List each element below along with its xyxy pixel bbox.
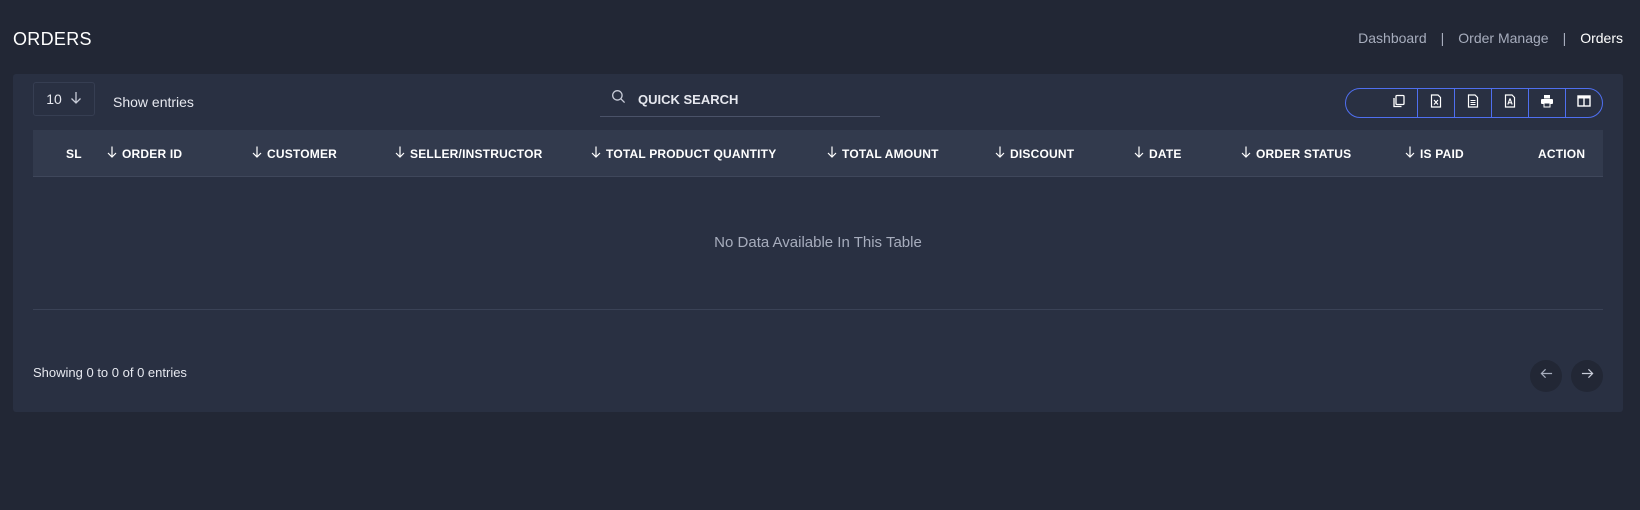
- column-header-seller-instructor[interactable]: SELLER/INSTRUCTOR: [395, 130, 543, 177]
- sort-arrow-icon: [1134, 146, 1144, 161]
- copy-button[interactable]: [1381, 89, 1417, 117]
- table-header-row: SL ORDER ID CUSTOMER SELLER/INSTRUCTOR T…: [33, 130, 1603, 177]
- print-icon: [1540, 94, 1554, 113]
- breadcrumb-order-manage-link[interactable]: Order Manage: [1458, 30, 1548, 46]
- empty-table-message: No Data Available In This Table: [714, 234, 922, 251]
- entries-select[interactable]: 10: [33, 82, 95, 116]
- breadcrumb-dashboard-link[interactable]: Dashboard: [1358, 30, 1427, 46]
- columns-button[interactable]: [1565, 89, 1602, 117]
- column-header-action: ACTION: [1538, 146, 1586, 161]
- column-header-sl[interactable]: SL: [66, 130, 82, 177]
- sort-arrow-icon: [827, 146, 837, 161]
- column-header-discount[interactable]: DISCOUNT: [995, 130, 1074, 177]
- csv-icon: [1466, 93, 1480, 113]
- breadcrumb: Dashboard | Order Manage | Orders: [1358, 30, 1623, 46]
- orders-card: 10 Show entries QUICK SEARCH SL ORDER ID…: [13, 74, 1623, 412]
- column-header-order-status[interactable]: ORDER STATUS: [1241, 130, 1351, 177]
- next-page-button[interactable]: [1571, 360, 1603, 392]
- excel-button[interactable]: [1417, 89, 1454, 117]
- table-info: Showing 0 to 0 of 0 entries: [33, 365, 187, 380]
- sort-arrow-icon: [591, 146, 601, 161]
- pdf-icon: [1503, 93, 1517, 113]
- sort-arrow-icon: [107, 146, 117, 161]
- columns-icon: [1577, 94, 1591, 113]
- sort-arrow-icon: [1241, 146, 1251, 161]
- column-header-is-paid[interactable]: IS PAID: [1405, 130, 1464, 177]
- sort-arrow-icon: [252, 146, 262, 161]
- arrow-left-icon: [1540, 367, 1553, 385]
- breadcrumb-separator: |: [1440, 30, 1445, 46]
- breadcrumb-current: Orders: [1580, 30, 1623, 46]
- previous-page-button[interactable]: [1530, 360, 1562, 392]
- quick-search: [600, 82, 880, 117]
- sort-arrow-icon: [1405, 146, 1415, 161]
- arrow-down-icon: [70, 91, 82, 108]
- sort-arrow-icon: [395, 146, 405, 161]
- breadcrumb-separator: |: [1562, 30, 1567, 46]
- column-header-total-amount[interactable]: TOTAL AMOUNT: [827, 130, 939, 177]
- print-button[interactable]: [1528, 89, 1565, 117]
- export-button-group: [1345, 88, 1603, 118]
- column-header-order-id[interactable]: ORDER ID: [107, 130, 182, 177]
- column-header-customer[interactable]: CUSTOMER: [252, 130, 337, 177]
- table-bottom-divider: [33, 309, 1603, 310]
- search-icon: [600, 89, 638, 109]
- sort-arrow-icon: [995, 146, 1005, 161]
- show-entries-label: Show entries: [113, 94, 194, 110]
- page-title: ORDERS: [13, 29, 92, 49]
- search-input[interactable]: [638, 91, 858, 107]
- excel-icon: [1429, 93, 1443, 113]
- arrow-right-icon: [1581, 367, 1594, 385]
- csv-button[interactable]: [1454, 89, 1491, 117]
- entries-value: 10: [46, 91, 62, 107]
- column-header-total-product-quantity[interactable]: TOTAL PRODUCT QUANTITY: [591, 130, 776, 177]
- pdf-button[interactable]: [1491, 89, 1528, 117]
- copy-icon: [1392, 94, 1406, 113]
- column-header-date[interactable]: DATE: [1134, 130, 1182, 177]
